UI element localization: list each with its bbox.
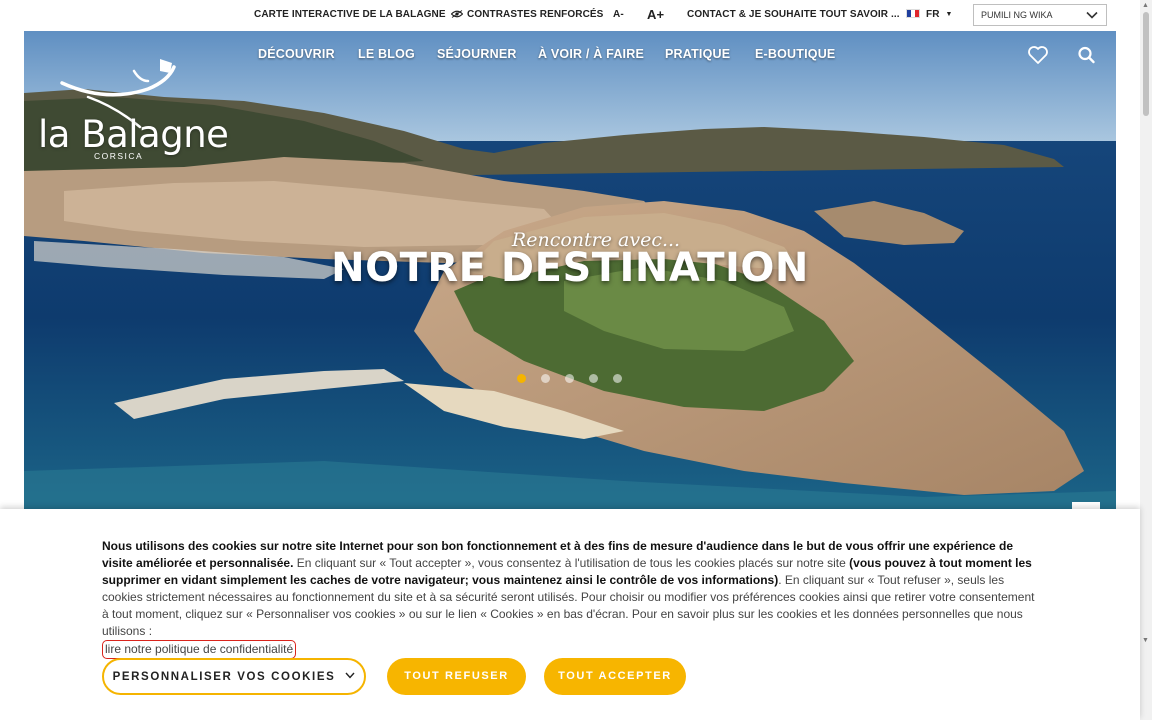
refuse-all-button[interactable]: TOUT REFUSER [387, 658, 526, 695]
slider-dot-1[interactable] [517, 374, 526, 383]
hero-banner: DÉCOUVRIR LE BLOG SÉJOURNER À VOIR / À F… [24, 31, 1116, 509]
heart-icon[interactable] [1027, 45, 1049, 65]
slider-dot-4[interactable] [589, 374, 598, 383]
accept-all-button[interactable]: TOUT ACCEPTER [544, 658, 686, 695]
page-scrollbar[interactable]: ▲ ▼ [1140, 0, 1152, 720]
customize-cookies-button[interactable]: PERSONNALISER VOS COOKIES [102, 658, 366, 695]
cookie-consent-banner: Nous utilisons des cookies sur notre sit… [0, 509, 1140, 720]
font-smaller-button[interactable]: A- [613, 9, 624, 20]
scrollbar-thumb[interactable] [1143, 12, 1149, 116]
nav-sejourner[interactable]: SÉJOURNER [437, 47, 517, 61]
logo-subtitle: CORSICA [94, 151, 144, 161]
contrast-label: CONTRASTES RENFORCÉS [467, 9, 604, 20]
search-icon[interactable] [1076, 45, 1098, 65]
slider-dot-2[interactable] [541, 374, 550, 383]
nav-e-boutique[interactable]: E-BOUTIQUE [755, 47, 835, 61]
hero-headline: NOTRE DESTINATION [331, 245, 809, 291]
cookie-message: Nous utilisons des cookies sur notre sit… [102, 538, 1042, 659]
contact-link[interactable]: CONTACT & JE SOUHAITE TOUT SAVOIR ... [687, 9, 900, 20]
privacy-policy-link[interactable]: lire notre politique de confidentialité [102, 640, 297, 659]
contrast-toggle[interactable]: CONTRASTES RENFORCÉS [451, 9, 603, 20]
page: { "topbar": { "map_link": "CARTE INTERAC… [0, 0, 1152, 720]
eye-icon [451, 10, 463, 18]
caret-down-icon: ▼ [945, 11, 953, 18]
customize-cookies-label: PERSONNALISER VOS COOKIES [112, 671, 336, 683]
scroll-to-top-button[interactable] [1072, 502, 1100, 509]
slider-dot-3[interactable] [565, 374, 574, 383]
language-label: FR [926, 9, 940, 20]
utility-bar: CARTE INTERACTIVE DE LA BALAGNE CONTRAST… [0, 0, 1140, 30]
translate-select-value: PUMILI NG WIKA [981, 10, 1053, 20]
language-selector[interactable]: FR ▼ [906, 9, 953, 20]
logo-wordmark[interactable]: la Balagne [38, 113, 229, 156]
nav-a-voir-a-faire[interactable]: À VOIR / À FAIRE [538, 47, 644, 61]
france-flag-icon [906, 9, 920, 18]
scroll-down-arrow-icon[interactable]: ▼ [1142, 637, 1149, 644]
nav-pratique[interactable]: PRATIQUE [665, 47, 730, 61]
cookie-accept-info: En cliquant sur « Tout accepter », vous … [293, 556, 850, 570]
nav-decouvrir[interactable]: DÉCOUVRIR [258, 47, 335, 61]
slider-dot-5[interactable] [613, 374, 622, 383]
scroll-up-arrow-icon[interactable]: ▲ [1142, 2, 1149, 9]
chevron-down-icon [345, 672, 355, 679]
translate-select[interactable]: PUMILI NG WIKA [973, 4, 1107, 26]
font-larger-button[interactable]: A+ [647, 7, 664, 22]
slider-dots [517, 370, 637, 383]
chevron-down-icon [1086, 11, 1098, 19]
interactive-map-link[interactable]: CARTE INTERACTIVE DE LA BALAGNE [254, 9, 446, 20]
nav-le-blog[interactable]: LE BLOG [358, 47, 415, 61]
